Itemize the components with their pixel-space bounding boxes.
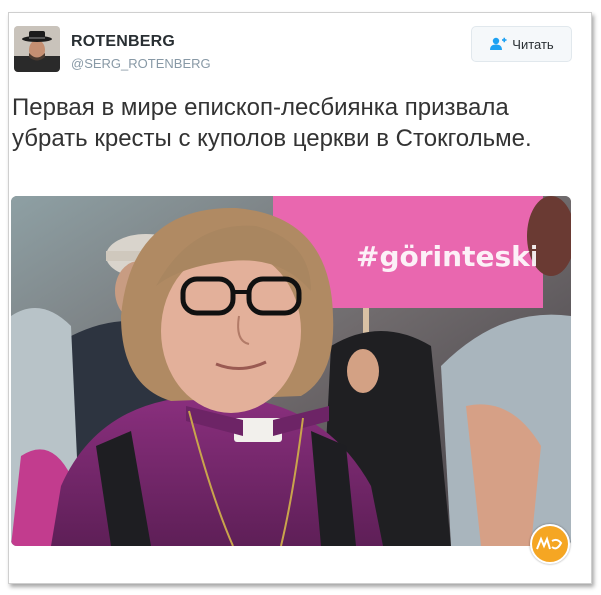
display-name[interactable]: ROTENBERG: [71, 33, 175, 51]
banner-text: #görinteskill: [356, 240, 536, 273]
watermark-logo: [530, 524, 570, 564]
follow-label: Читать: [512, 36, 554, 52]
user-handle[interactable]: @SERG_ROTENBERG: [71, 56, 211, 71]
avatar[interactable]: [14, 26, 60, 72]
watermark-icon: [536, 536, 563, 550]
tweet-photo[interactable]: #görinteskill: [11, 196, 571, 546]
avatar-image: [14, 26, 60, 72]
add-user-icon: [490, 37, 507, 50]
tweet-text: Первая в мире епископ-лесбиянка призвала…: [12, 94, 532, 152]
follow-button[interactable]: Читать: [471, 26, 572, 62]
